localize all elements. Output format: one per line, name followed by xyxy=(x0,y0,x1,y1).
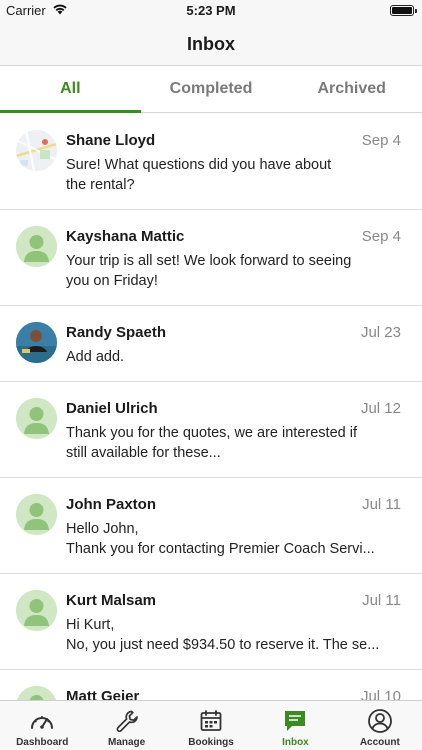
contact-name: Shane Lloyd xyxy=(66,132,156,149)
message-line: Add add. xyxy=(66,349,125,365)
contact-name: Kurt Malsam xyxy=(66,592,157,609)
message-preview: Sure! What questions did you have about … xyxy=(66,155,402,195)
contact-name: Kayshana Mattic xyxy=(66,228,185,245)
tabbar-dashboard[interactable]: Dashboard xyxy=(0,701,84,750)
message-date: Jul 11 xyxy=(362,592,401,609)
tabbar-label: Inbox xyxy=(282,737,309,748)
user-circle-icon xyxy=(366,708,394,734)
message-preview: Your trip is all set! We look forward to… xyxy=(66,251,402,291)
message-date: Jul 11 xyxy=(362,496,401,513)
conversation-row[interactable]: Kurt Malsam Jul 11 Hi Kurt, No, you just… xyxy=(0,574,422,670)
contact-name: Randy Spaeth xyxy=(66,324,167,341)
profile-photo-avatar xyxy=(16,322,57,363)
message-line: No, you just need $934.50 to reserve it.… xyxy=(66,637,380,653)
message-line: Hello John, xyxy=(66,521,139,537)
tab-archived[interactable]: Archived xyxy=(281,66,422,112)
conversation-row[interactable]: Kayshana Mattic Sep 4 Your trip is all s… xyxy=(0,210,422,306)
tabbar-label: Account xyxy=(359,737,400,748)
message-preview: Thank you for the quotes, we are interes… xyxy=(66,423,402,463)
chat-icon xyxy=(281,708,309,734)
message-preview: Hello John, Thank you for contacting Pre… xyxy=(66,519,402,559)
page-title: Inbox xyxy=(187,34,235,54)
contact-name: John Paxton xyxy=(66,496,157,513)
message-line: Sure! What questions did you have about xyxy=(66,157,332,173)
nav-bar: Inbox xyxy=(0,22,422,66)
tabbar-label: Manage xyxy=(107,737,146,748)
message-line: still available for these... xyxy=(66,445,221,461)
message-line: you on Friday! xyxy=(66,273,158,289)
tab-all[interactable]: All xyxy=(0,66,141,113)
person-placeholder-icon xyxy=(16,398,57,439)
person-placeholder-icon xyxy=(16,226,57,267)
speedometer-icon xyxy=(28,708,56,734)
person-placeholder-icon xyxy=(16,590,57,631)
person-placeholder-icon xyxy=(16,686,57,700)
contact-name: Daniel Ulrich xyxy=(66,400,158,417)
message-date: Sep 4 xyxy=(361,228,401,245)
message-preview: Hi Kurt, No, you just need $934.50 to re… xyxy=(66,615,402,655)
message-line: Hi Kurt, xyxy=(66,617,115,633)
person-placeholder-icon xyxy=(16,494,57,535)
tabbar-label: Dashboard xyxy=(16,737,69,748)
wrench-icon xyxy=(113,708,141,734)
message-date: Jul 12 xyxy=(360,400,401,417)
message-date: Sep 4 xyxy=(361,132,401,149)
message-preview: Add add. xyxy=(66,347,402,367)
calendar-icon xyxy=(197,708,225,734)
conversation-row[interactable]: Randy Spaeth Jul 23 Add add. xyxy=(0,306,422,382)
map-thumbnail-avatar xyxy=(16,130,57,171)
message-line: the rental? xyxy=(66,177,135,193)
bottom-tab-bar: Dashboard Manage Bookings Inbox Account xyxy=(0,700,422,750)
conversation-list: Shane Lloyd Sep 4 Sure! What questions d… xyxy=(0,114,422,700)
contact-name: Matt Geier xyxy=(66,688,140,700)
tabbar-label: Bookings xyxy=(188,737,234,748)
inbox-tabs: All Completed Archived xyxy=(0,66,422,113)
battery-icon xyxy=(390,5,417,16)
conversation-row[interactable]: Shane Lloyd Sep 4 Sure! What questions d… xyxy=(0,114,422,210)
conversation-row[interactable]: Matt Geier Jul 10 xyxy=(0,670,422,700)
status-bar: Carrier 5:23 PM xyxy=(0,0,422,22)
tabbar-account[interactable]: Account xyxy=(338,701,422,750)
message-line: Thank you for contacting Premier Coach S… xyxy=(66,541,375,557)
message-date: Jul 23 xyxy=(360,324,401,341)
conversation-row[interactable]: Daniel Ulrich Jul 12 Thank you for the q… xyxy=(0,382,422,478)
tabbar-manage[interactable]: Manage xyxy=(84,701,168,750)
message-line: Your trip is all set! We look forward to… xyxy=(66,253,352,269)
message-line: Thank you for the quotes, we are interes… xyxy=(66,425,357,441)
status-time: 5:23 PM xyxy=(186,3,236,18)
tabbar-inbox[interactable]: Inbox xyxy=(253,701,337,750)
tabbar-bookings[interactable]: Bookings xyxy=(169,701,253,750)
tab-completed[interactable]: Completed xyxy=(141,66,282,112)
conversation-row[interactable]: John Paxton Jul 11 Hello John, Thank you… xyxy=(0,478,422,574)
message-date: Jul 10 xyxy=(360,688,401,700)
